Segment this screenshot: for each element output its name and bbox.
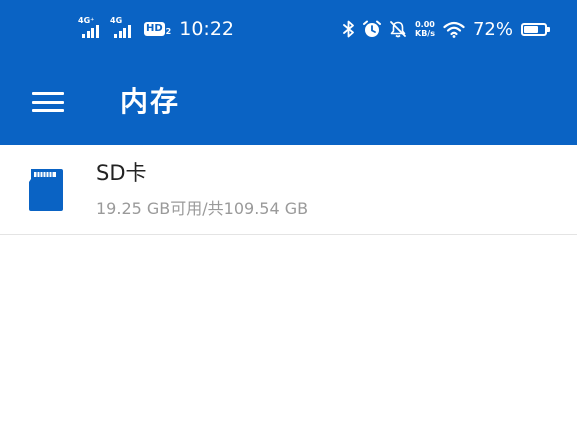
signal-bars-icon [114, 25, 131, 38]
signal-1: 4G⁺ [78, 14, 106, 44]
signal-1-network-type: 4G⁺ [78, 16, 95, 25]
storage-item-sd-card[interactable]: SD卡 19.25 GB可用/共109.54 GB [0, 145, 577, 234]
battery-tip [547, 26, 550, 32]
status-left-group: 4G⁺ 4G HD 2 10:22 [78, 0, 234, 58]
status-bar: 4G⁺ 4G HD 2 10:22 0.00 KB/s 72% [0, 0, 577, 58]
hd-label: HD [144, 22, 165, 36]
network-speed-unit: KB/s [415, 29, 435, 38]
mute-icon [390, 21, 406, 38]
status-right-group: 0.00 KB/s 72% [343, 0, 550, 58]
page-title: 内存 [120, 85, 181, 118]
battery-icon [521, 22, 550, 36]
signal-bars-icon [82, 25, 99, 38]
app-bar: 内存 [0, 58, 577, 145]
storage-item-title: SD卡 [96, 161, 147, 185]
storage-item-capacity: 19.25 GB可用/共109.54 GB [96, 199, 309, 218]
wifi-icon [443, 21, 465, 38]
battery-level-fill [524, 25, 538, 33]
sd-card-icon [29, 169, 63, 211]
network-speed-value: 0.00 [415, 20, 435, 29]
menu-button[interactable] [24, 82, 72, 122]
hd-voice-indicator: HD 2 [144, 14, 171, 44]
network-speed: 0.00 KB/s [415, 20, 435, 38]
battery-percent: 72% [472, 18, 513, 40]
hamburger-menu-icon [32, 92, 64, 112]
alarm-icon [363, 20, 381, 37]
bluetooth-icon [343, 20, 354, 38]
signal-2: 4G [110, 14, 138, 44]
signal-2-network-type: 4G [110, 16, 123, 25]
hd-sub-label: 2 [165, 27, 172, 36]
status-time: 10:22 [179, 18, 235, 40]
list-divider [0, 234, 577, 235]
